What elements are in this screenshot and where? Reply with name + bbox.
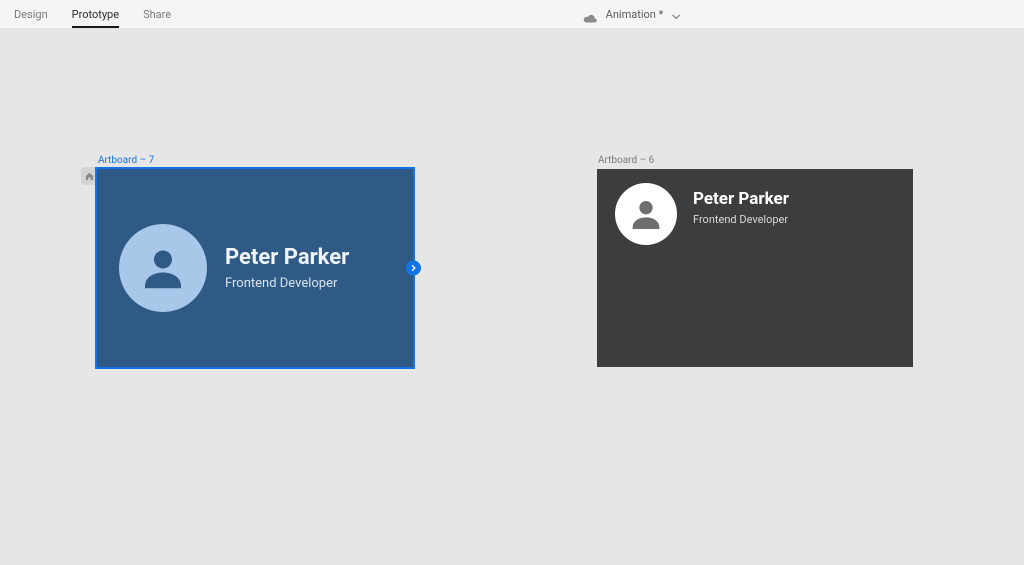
card-name: Peter Parker: [693, 189, 789, 209]
artboard-6-text: Peter Parker Frontend Developer: [693, 183, 789, 226]
artboard-7-group: Artboard – 7 Peter Parker Frontend Devel…: [97, 155, 413, 367]
home-flow-indicator[interactable]: [81, 167, 97, 185]
cloud-icon: [584, 9, 598, 19]
artboard-7[interactable]: Peter Parker Frontend Developer: [97, 169, 413, 367]
tab-share[interactable]: Share: [143, 0, 171, 28]
artboard-7-label[interactable]: Artboard – 7: [97, 155, 413, 166]
mode-tabs: Design Prototype Share: [14, 0, 171, 28]
user-icon: [626, 194, 666, 234]
user-icon: [136, 241, 190, 295]
prototype-canvas[interactable]: Artboard – 7 Peter Parker Frontend Devel…: [0, 29, 1024, 565]
artboard-6-content: Peter Parker Frontend Developer: [597, 169, 913, 367]
artboard-7-content: Peter Parker Frontend Developer: [97, 169, 413, 367]
tab-design[interactable]: Design: [14, 0, 48, 28]
card-name: Peter Parker: [225, 245, 349, 270]
chevron-right-icon: [410, 265, 417, 272]
avatar-circle: [119, 224, 207, 312]
chevron-down-icon: [671, 5, 680, 24]
artboard-6[interactable]: Peter Parker Frontend Developer: [597, 169, 913, 367]
artboard-6-label[interactable]: Artboard – 6: [597, 155, 913, 166]
artboard-6-group: Artboard – 6 Peter Parker Frontend Devel…: [597, 155, 913, 367]
card-role: Frontend Developer: [693, 213, 789, 226]
document-title-dropdown[interactable]: Animation *: [584, 5, 681, 24]
avatar-circle: [615, 183, 677, 245]
prototype-connector-handle[interactable]: [406, 261, 421, 276]
home-icon: [85, 172, 94, 181]
top-bar: Design Prototype Share Animation *: [0, 0, 1024, 29]
tab-prototype[interactable]: Prototype: [72, 0, 119, 28]
document-title: Animation *: [606, 8, 664, 21]
artboard-7-text: Peter Parker Frontend Developer: [225, 245, 349, 291]
card-role: Frontend Developer: [225, 276, 349, 291]
